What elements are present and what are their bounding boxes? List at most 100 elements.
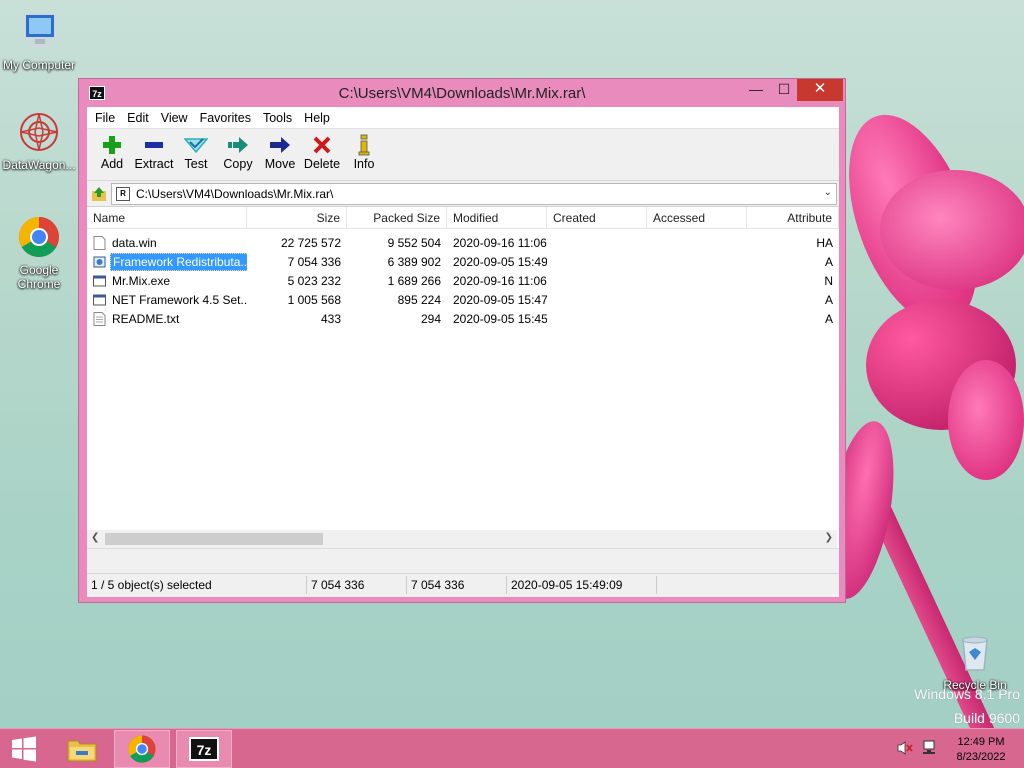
desktop-icon-datawagon[interactable]: DataWagon...	[0, 110, 78, 172]
file-size: 433	[320, 311, 341, 326]
scroll-left-icon[interactable]: ❮	[91, 532, 99, 543]
delete-button[interactable]: Delete	[301, 129, 343, 180]
status-packed-size: 7 054 336	[407, 575, 507, 594]
file-attributes: A	[824, 254, 833, 269]
file-name: data.win	[112, 235, 157, 250]
file-list-header: Name Size Packed Size Modified Created A…	[87, 207, 839, 229]
window-title: C:\Users\VM4\Downloads\Mr.Mix.rar\	[338, 85, 586, 102]
taskbar-seven-zip[interactable]: 7z	[176, 730, 232, 768]
info-button-label: Info	[353, 157, 375, 171]
file-attributes: HA	[816, 235, 833, 250]
maximize-button[interactable]: ☐	[771, 79, 797, 101]
folder-icon	[67, 740, 97, 762]
file-row-selected[interactable]: Framework Redistributa... 7 054 336 6 38…	[87, 252, 839, 271]
network-icon[interactable]	[922, 740, 938, 761]
plus-icon	[91, 133, 133, 157]
file-packed-size: 1 689 266	[387, 273, 441, 288]
extract-button[interactable]: Extract	[133, 129, 175, 180]
desktop-icon-label: DataWagon...	[2, 158, 76, 172]
arrow-right-icon	[259, 133, 301, 157]
add-button[interactable]: Add	[91, 129, 133, 180]
chevron-down-icon[interactable]: ⌄	[824, 187, 832, 198]
file-attributes: N	[824, 273, 833, 288]
address-path: C:\Users\VM4\Downloads\Mr.Mix.rar\	[136, 186, 334, 201]
menu-view[interactable]: View	[155, 111, 194, 125]
computer-icon	[17, 10, 61, 54]
extract-button-label: Extract	[134, 157, 174, 171]
clock-time: 12:49 PM	[957, 736, 1005, 748]
menu-favorites[interactable]: Favorites	[194, 111, 257, 125]
file-row[interactable]: Mr.Mix.exe 5 023 232 1 689 266 2020-09-1…	[87, 271, 839, 290]
file-list: Name Size Packed Size Modified Created A…	[87, 207, 839, 549]
file-row[interactable]: README.txt 433 294 2020-09-05 15:45 A	[87, 309, 839, 328]
scrollbar-thumb[interactable]	[105, 533, 323, 545]
menu-help[interactable]: Help	[298, 111, 336, 125]
chrome-icon	[128, 735, 156, 763]
menu-file[interactable]: File	[89, 111, 121, 125]
desktop-icon-my-computer[interactable]: My Computer	[0, 10, 78, 72]
title-bar[interactable]: 7z C:\Users\VM4\Downloads\Mr.Mix.rar\ — …	[79, 79, 845, 107]
desktop-icon-recycle-bin[interactable]: Recycle Bin	[936, 630, 1014, 692]
application-icon	[93, 294, 106, 305]
arrow-right-double-icon	[217, 133, 259, 157]
menu-edit[interactable]: Edit	[121, 111, 155, 125]
file-name: Framework Redistributa...	[110, 252, 247, 271]
start-button[interactable]	[0, 730, 48, 768]
test-button[interactable]: Test	[175, 129, 217, 180]
file-modified: 2020-09-05 15:45	[453, 311, 547, 326]
menu-tools[interactable]: Tools	[257, 111, 298, 125]
file-modified: 2020-09-05 15:47	[453, 292, 547, 307]
installer-icon	[93, 256, 106, 267]
text-file-icon	[93, 311, 106, 326]
address-combobox[interactable]: R C:\Users\VM4\Downloads\Mr.Mix.rar\ ⌄	[111, 182, 837, 205]
status-selection: 1 / 5 object(s) selected	[87, 575, 307, 594]
toolbar: Add Extract Test Copy Move Delete Info	[87, 129, 839, 181]
file-modified: 2020-09-16 11:06	[453, 273, 547, 288]
file-packed-size: 895 224	[397, 292, 441, 307]
file-size: 7 054 336	[287, 254, 341, 269]
file-modified: 2020-09-16 11:06	[453, 235, 547, 250]
column-header-attributes[interactable]: Attribute	[747, 207, 839, 228]
taskbar-google-chrome[interactable]	[114, 730, 170, 768]
up-folder-button[interactable]	[87, 183, 111, 205]
column-header-modified[interactable]: Modified	[447, 207, 547, 228]
file-packed-size: 6 389 902	[387, 254, 441, 269]
column-header-name[interactable]: Name	[87, 207, 247, 228]
move-button[interactable]: Move	[259, 129, 301, 180]
desktop-icon-google-chrome[interactable]: Google Chrome	[0, 215, 78, 291]
document-icon	[93, 235, 106, 250]
file-packed-size: 294	[420, 311, 441, 326]
column-header-size[interactable]: Size	[247, 207, 347, 228]
folder-up-icon	[92, 186, 106, 201]
file-name: README.txt	[112, 311, 180, 326]
move-button-label: Move	[264, 157, 296, 171]
minimize-button[interactable]: —	[743, 79, 769, 101]
close-button[interactable]: ✕	[797, 79, 843, 101]
column-header-created[interactable]: Created	[547, 207, 647, 228]
file-attributes: A	[824, 292, 833, 307]
column-header-accessed[interactable]: Accessed	[647, 207, 747, 228]
volume-muted-icon[interactable]	[897, 740, 913, 761]
seven-zip-window: 7z C:\Users\VM4\Downloads\Mr.Mix.rar\ — …	[78, 78, 846, 603]
file-name: NET Framework 4.5 Set...	[112, 292, 247, 307]
clock[interactable]: 12:49 PM 8/23/2022	[950, 735, 1012, 765]
taskbar-file-explorer[interactable]	[54, 730, 110, 768]
file-size: 1 005 568	[287, 292, 341, 307]
file-size: 5 023 232	[287, 273, 341, 288]
copy-button[interactable]: Copy	[217, 129, 259, 180]
horizontal-scrollbar[interactable]: ❮ ❯	[87, 530, 837, 548]
file-row[interactable]: data.win 22 725 572 9 552 504 2020-09-16…	[87, 233, 839, 252]
scroll-right-icon[interactable]: ❯	[825, 532, 833, 543]
check-arrow-icon	[175, 133, 217, 157]
seven-zip-icon: 7z	[189, 737, 219, 761]
os-watermark-edition: Windows 8.1 Pro	[914, 686, 1020, 702]
status-bar: 1 / 5 object(s) selected 7 054 336 7 054…	[87, 573, 839, 595]
clock-date: 8/23/2022	[956, 751, 1006, 763]
desktop-icon-label: My Computer	[2, 58, 76, 72]
windows-logo-icon	[12, 736, 36, 762]
file-row[interactable]: NET Framework 4.5 Set... 1 005 568 895 2…	[87, 290, 839, 309]
minus-icon	[133, 133, 175, 157]
x-icon	[301, 133, 343, 157]
column-header-packed-size[interactable]: Packed Size	[347, 207, 447, 228]
info-button[interactable]: Info	[343, 129, 385, 180]
